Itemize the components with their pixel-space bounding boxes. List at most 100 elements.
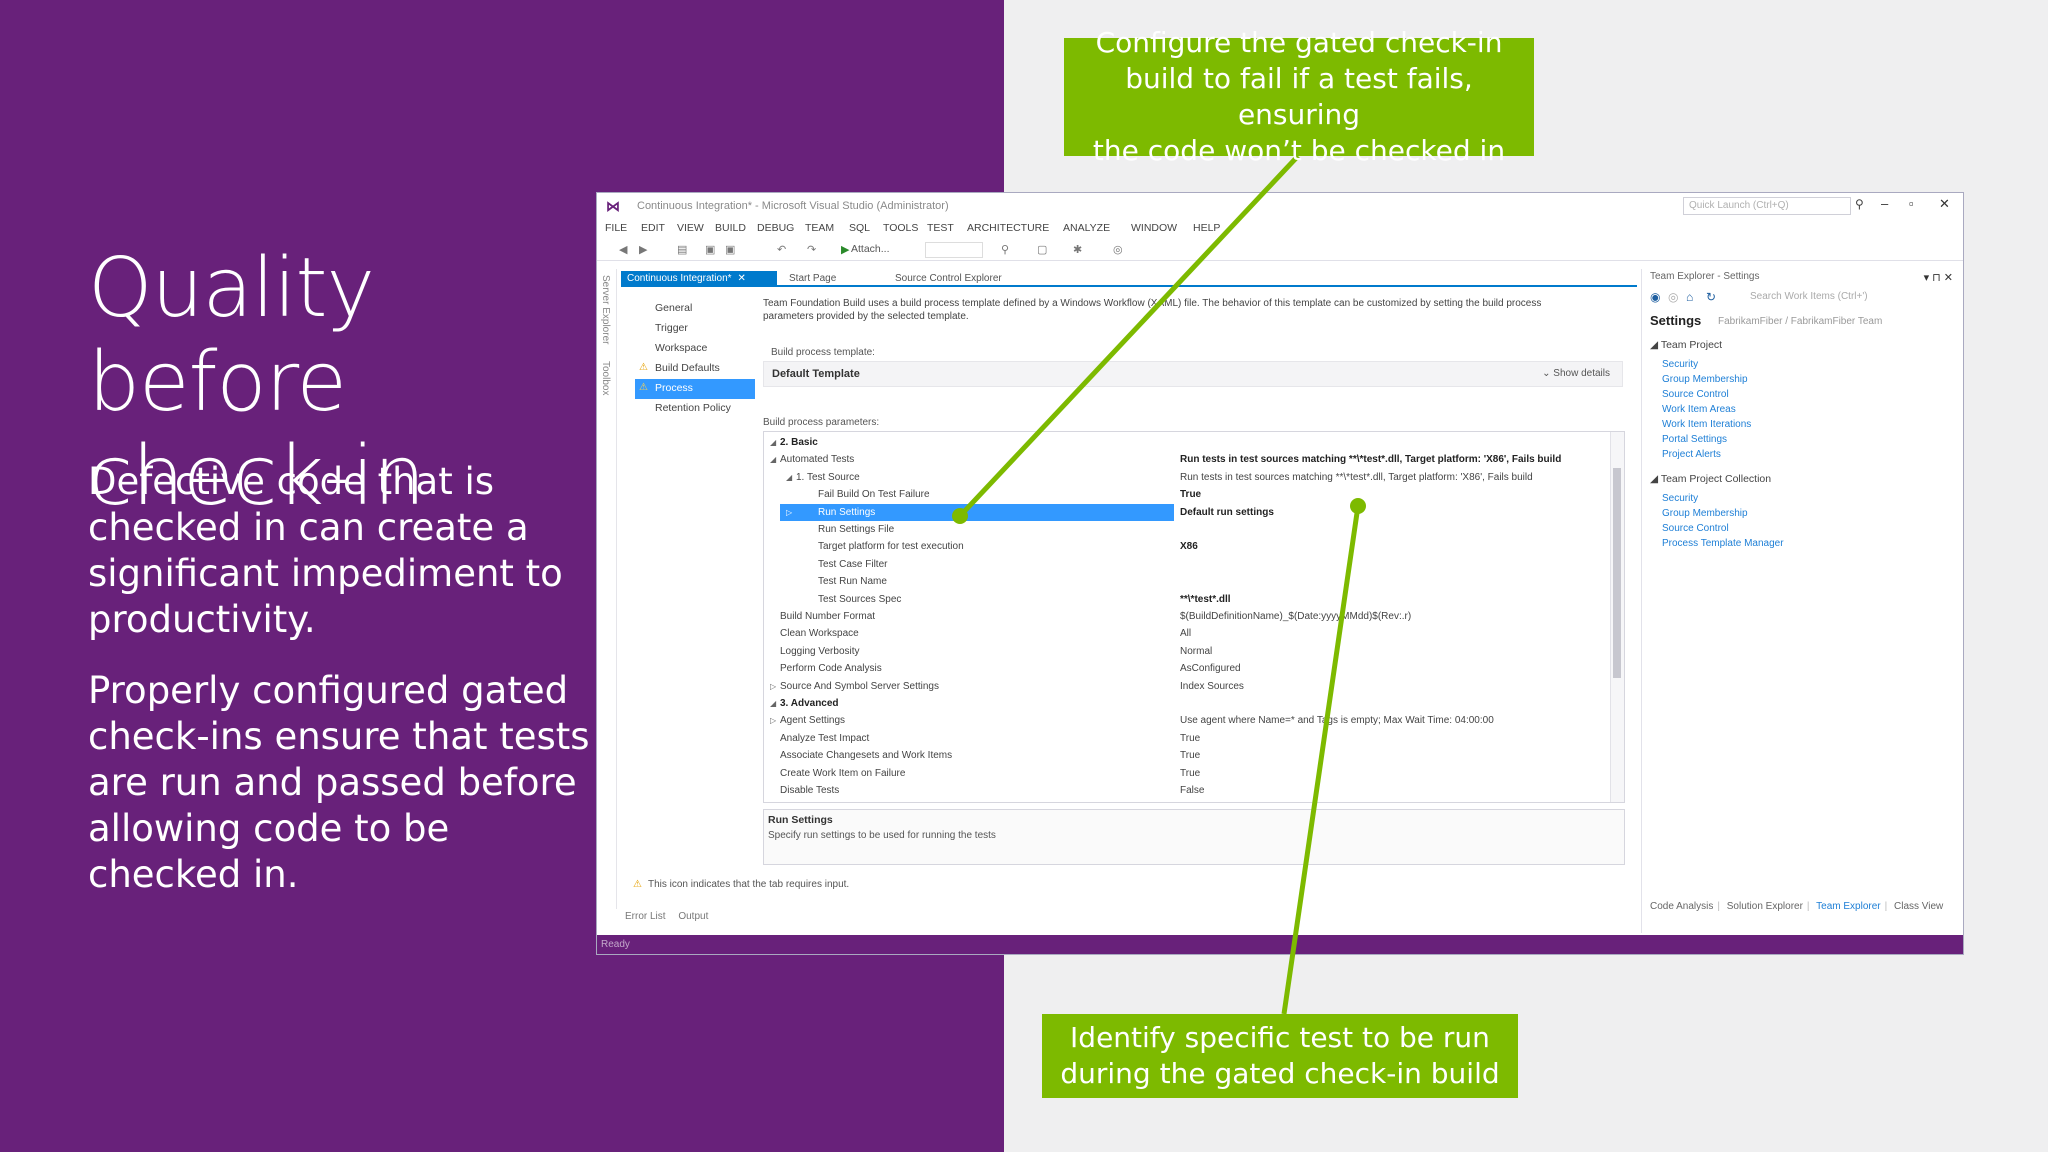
grid-row-source-symbol[interactable]: ▷ Source And Symbol Server Settings Inde… <box>764 678 1610 695</box>
expand-icon[interactable]: ▷ <box>786 504 792 521</box>
save-all-icon[interactable]: ▣ <box>725 243 735 256</box>
link-group-membership[interactable]: Group Membership <box>1662 374 1748 385</box>
tab-team-explorer[interactable]: Team Explorer <box>1816 901 1880 912</box>
home-icon[interactable]: ⌂ <box>1686 290 1693 304</box>
tab-continuous-integration[interactable]: Continuous Integration* ✕ <box>621 271 777 287</box>
nav-retention-policy[interactable]: Retention Policy <box>635 399 755 419</box>
grid-row-disable-tests[interactable]: Disable Tests False <box>764 782 1610 799</box>
minimize-button[interactable]: ‒ <box>1881 196 1888 211</box>
menu-view[interactable]: VIEW <box>677 222 704 234</box>
link-process-template-manager[interactable]: Process Template Manager <box>1662 538 1784 549</box>
grid-row-test-run-name[interactable]: Test Run Name <box>764 573 1610 590</box>
menu-test[interactable]: TEST <box>927 222 954 234</box>
toolbox-tab[interactable]: Toolbox <box>600 361 611 395</box>
collapse-icon[interactable]: ◢ <box>786 469 792 486</box>
tab-start-page[interactable]: Start Page <box>783 271 842 287</box>
grid-row-automated-tests[interactable]: ◢ Automated Tests Run tests in test sour… <box>764 451 1610 468</box>
menu-file[interactable]: FILE <box>605 222 627 234</box>
undo-icon[interactable]: ↶ <box>777 243 786 256</box>
nav-workspace[interactable]: Workspace <box>635 339 755 359</box>
nav-build-defaults[interactable]: ⚠ Build Defaults <box>635 359 755 379</box>
grid-row-associate-changesets[interactable]: Associate Changesets and Work Items True <box>764 747 1610 764</box>
forward-icon[interactable]: ◎ <box>1668 290 1678 304</box>
forward-icon[interactable]: ▶ <box>639 243 647 256</box>
collapse-icon[interactable]: ◢ <box>770 451 776 468</box>
section-team-project[interactable]: ◢ Team Project <box>1650 339 1722 351</box>
tools-icon[interactable]: ✱ <box>1073 243 1082 256</box>
close-button[interactable]: ✕ <box>1939 196 1950 212</box>
menu-tools[interactable]: TOOLS <box>883 222 918 234</box>
link-collection-group-membership[interactable]: Group Membership <box>1662 508 1748 519</box>
link-work-item-iterations[interactable]: Work Item Iterations <box>1662 419 1751 430</box>
nav-process[interactable]: ⚠ Process <box>635 379 755 399</box>
link-portal-settings[interactable]: Portal Settings <box>1662 434 1727 445</box>
grid-row-target-platform[interactable]: Target platform for test execution X86 <box>764 538 1610 555</box>
grid-row-test-sources-spec[interactable]: Test Sources Spec **\*test*.dll <box>764 591 1610 608</box>
link-security[interactable]: Security <box>1662 359 1698 370</box>
back-icon[interactable]: ◉ <box>1650 290 1660 304</box>
grid-row-analyze-test-impact[interactable]: Analyze Test Impact True <box>764 730 1610 747</box>
collapse-icon[interactable]: ◢ <box>770 434 776 451</box>
refresh-icon[interactable]: ↻ <box>1706 290 1716 304</box>
menu-debug[interactable]: DEBUG <box>757 222 794 234</box>
browser-icon[interactable]: ◎ <box>1113 243 1123 256</box>
scrollbar-thumb[interactable] <box>1613 468 1621 678</box>
nav-trigger[interactable]: Trigger <box>635 319 755 339</box>
tab-output[interactable]: Output <box>678 911 708 922</box>
menu-sql[interactable]: SQL <box>849 222 870 234</box>
link-source-control[interactable]: Source Control <box>1662 389 1729 400</box>
grid-row-run-settings-file[interactable]: Run Settings File <box>764 521 1610 538</box>
redo-icon[interactable]: ↷ <box>807 243 816 256</box>
template-selector[interactable]: Default Template ⌄ Show details <box>763 361 1623 387</box>
link-work-item-areas[interactable]: Work Item Areas <box>1662 404 1736 415</box>
save-icon[interactable]: ▣ <box>705 243 715 256</box>
show-details-button[interactable]: ⌄ Show details <box>1542 368 1610 379</box>
grid-row-clean-workspace[interactable]: Clean Workspace All <box>764 625 1610 642</box>
back-icon[interactable]: ◀ <box>619 243 627 256</box>
grid-row-code-analysis[interactable]: Perform Code Analysis AsConfigured <box>764 660 1610 677</box>
attach-button[interactable]: Attach... <box>851 243 890 255</box>
grid-row-run-settings[interactable]: ▷ Run Settings Default run settings <box>764 503 1610 521</box>
menu-team[interactable]: TEAM <box>805 222 834 234</box>
tab-error-list[interactable]: Error List <box>625 911 666 922</box>
menu-architecture[interactable]: ARCHITECTURE <box>967 222 1049 234</box>
grid-scrollbar[interactable] <box>1610 432 1624 802</box>
close-icon[interactable]: ✕ <box>738 273 746 284</box>
new-project-icon[interactable]: ▤ <box>677 243 687 256</box>
tab-solution-explorer[interactable]: Solution Explorer <box>1727 901 1803 912</box>
grid-row-agent-settings[interactable]: ▷ Agent Settings Use agent where Name=* … <box>764 712 1610 729</box>
tab-source-control-explorer[interactable]: Source Control Explorer <box>889 271 1008 287</box>
search-icon[interactable]: ⚲ <box>1855 197 1864 211</box>
grid-row-test-case-filter[interactable]: Test Case Filter <box>764 556 1610 573</box>
menu-window[interactable]: WINDOW <box>1131 222 1177 234</box>
grid-row-advanced[interactable]: ◢ 3. Advanced <box>764 695 1610 712</box>
menu-analyze[interactable]: ANALYZE <box>1063 222 1110 234</box>
solution-config-dropdown[interactable] <box>925 242 983 258</box>
menu-edit[interactable]: EDIT <box>641 222 665 234</box>
search-work-items-input[interactable]: Search Work Items (Ctrl+') <box>1746 289 1946 306</box>
server-explorer-tab[interactable]: Server Explorer <box>600 275 611 344</box>
expand-icon[interactable]: ▷ <box>770 712 776 729</box>
grid-row-create-work-item[interactable]: Create Work Item on Failure True <box>764 765 1610 782</box>
grid-row-build-number-format[interactable]: Build Number Format $(BuildDefinitionNam… <box>764 608 1610 625</box>
pin-close-icon[interactable]: ▾ ⊓ ✕ <box>1924 271 1953 284</box>
link-collection-security[interactable]: Security <box>1662 493 1698 504</box>
quick-launch-input[interactable]: Quick Launch (Ctrl+Q) <box>1683 197 1851 215</box>
grid-row-logging-verbosity[interactable]: Logging Verbosity Normal <box>764 643 1610 660</box>
tab-code-analysis[interactable]: Code Analysis <box>1650 901 1713 912</box>
find-icon[interactable]: ⚲ <box>1001 243 1009 256</box>
menu-help[interactable]: HELP <box>1193 222 1220 234</box>
menu-build[interactable]: BUILD <box>715 222 746 234</box>
section-team-project-collection[interactable]: ◢ Team Project Collection <box>1650 473 1771 485</box>
play-icon[interactable]: ▶ <box>841 243 849 256</box>
grid-row-fail-build[interactable]: Fail Build On Test Failure True <box>764 486 1610 503</box>
nav-general[interactable]: General <box>635 299 755 319</box>
grid-row-test-source[interactable]: ◢ 1. Test Source Run tests in test sourc… <box>764 469 1610 486</box>
link-project-alerts[interactable]: Project Alerts <box>1662 449 1721 460</box>
expand-icon[interactable]: ▷ <box>770 678 776 695</box>
collapse-icon[interactable]: ◢ <box>770 695 776 712</box>
tab-class-view[interactable]: Class View <box>1894 901 1943 912</box>
maximize-button[interactable]: ▫ <box>1909 196 1914 211</box>
link-collection-source-control[interactable]: Source Control <box>1662 523 1729 534</box>
grid-row-basic[interactable]: ◢ 2. Basic <box>764 434 1610 451</box>
